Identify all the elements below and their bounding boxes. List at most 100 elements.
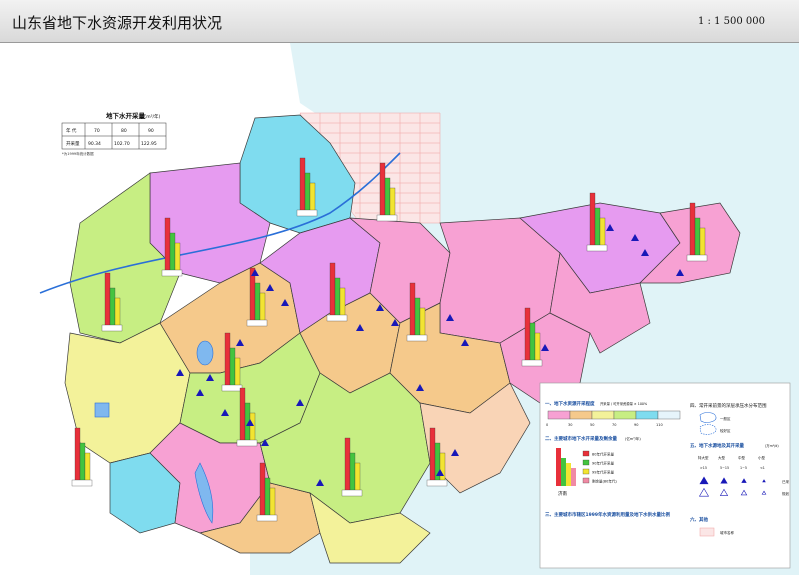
city-label-box <box>686 254 708 262</box>
legend-source-row: 规划 <box>782 491 790 496</box>
bar-segment <box>414 297 421 339</box>
bar-segment <box>224 332 231 389</box>
legend-section5: 五、地下水源地及其开采量 <box>690 442 744 449</box>
legend-section6-item: 城市名称 <box>720 530 734 535</box>
legend-source-col: 中型 <box>738 455 746 460</box>
city-label-box <box>71 479 93 487</box>
bar-segment <box>234 357 241 389</box>
legend-section2-unit: (亿m³/年) <box>625 436 641 441</box>
legend-city-swatch <box>699 527 715 537</box>
legend-section6: 六、其他 <box>690 516 708 523</box>
bar-segment <box>249 267 256 324</box>
table-unit: (亿m³/年) <box>140 113 160 120</box>
table-header-70: 70 <box>94 128 100 134</box>
legend-series-label: 剩余量(80年代) <box>592 479 617 484</box>
legend-swatch <box>613 410 637 420</box>
bar-segment <box>104 272 111 329</box>
bar-segment <box>349 452 356 494</box>
west-lake <box>94 402 110 418</box>
legend-tick-label: 70 <box>612 423 616 427</box>
city-label-box <box>326 314 348 322</box>
table-header-80: 80 <box>121 128 127 134</box>
city-label-box <box>426 479 448 487</box>
bar-segment <box>259 462 266 519</box>
bar-segment <box>594 207 601 249</box>
bar-segment <box>239 387 246 444</box>
city-label-box <box>101 324 123 332</box>
table-row-90: 122.95 <box>141 141 157 147</box>
legend-series-swatch <box>582 450 590 457</box>
legend-series-label: 80年代开采量 <box>592 452 614 457</box>
legend-swatch <box>657 410 681 420</box>
bar-segment <box>599 217 606 249</box>
bar-segment <box>354 462 361 494</box>
shandong-map: 地下水开采量 (亿m³/年) 年 代 70 80 90 开采量 90.34 10… <box>0 43 799 575</box>
bar-segment <box>379 162 386 219</box>
bar-segment <box>329 262 336 319</box>
map-frame: 地下水开采量 (亿m³/年) 年 代 70 80 90 开采量 90.34 10… <box>0 43 799 575</box>
legend-source-range: 5~15 <box>720 466 729 470</box>
legend-section4-item-2: 较好区 <box>720 428 731 433</box>
legend-tick-label: 0 <box>546 423 548 427</box>
bar-segment <box>109 287 116 329</box>
legend-swatch <box>635 410 659 420</box>
legend-swatch <box>569 410 593 420</box>
city-label-box <box>376 214 398 222</box>
bar-segment <box>74 427 81 484</box>
table-row-70: 90.34 <box>88 141 101 147</box>
legend-source-col: 大型 <box>718 455 726 460</box>
legend-source-range: >15 <box>700 466 707 470</box>
bar-segment <box>429 427 436 484</box>
legend-tick-label: 90 <box>634 423 638 427</box>
bar-segment <box>264 477 271 519</box>
bar-segment <box>384 177 391 219</box>
legend-swatches <box>547 410 681 420</box>
legend-series-label: 90年代开采量 <box>592 461 614 466</box>
bar-segment <box>344 437 351 494</box>
bar-segment <box>79 442 86 484</box>
legend-section5-unit: (万m³/d) <box>765 444 779 448</box>
table-note: *为1999年统计数据 <box>62 151 94 156</box>
city-label-box <box>256 514 278 522</box>
table-header-label: 年 代 <box>66 127 77 134</box>
bar-segment <box>259 292 266 324</box>
map-title: 山东省地下水资源开发利用状况 <box>12 14 223 32</box>
bar-segment <box>689 202 696 259</box>
city-label-box <box>341 489 363 497</box>
legend-section4-item-1: 一般区 <box>720 416 731 421</box>
legend-swatch <box>547 410 571 420</box>
legend-tick-label: 110 <box>656 423 663 427</box>
bar-segment <box>304 172 311 214</box>
legend-series-swatch <box>582 468 590 475</box>
bar-segment <box>694 217 701 259</box>
bar-segment <box>524 307 531 364</box>
legend-section1: 一、地下水资源开采程度 <box>545 400 595 407</box>
bar-segment <box>439 452 446 484</box>
bar-segment <box>84 452 91 484</box>
bar-segment <box>339 287 346 319</box>
bar-segment <box>434 442 441 484</box>
legend-panel: 一、地下水资源开采程度 开采量 / 可开采资源量 × 100% 0 30 50 70 9… <box>539 382 791 569</box>
city-label-box <box>221 384 243 392</box>
legend-series-swatch <box>582 459 590 466</box>
map-scale: 1 : 1 500 000 <box>698 16 765 27</box>
city-label-box <box>236 439 258 447</box>
bar-segment <box>114 297 121 329</box>
legend-tick-label: 50 <box>590 423 594 427</box>
legend-box <box>539 382 791 569</box>
legend-section4: 四、常开采前景的深层承压水分布范围 <box>690 402 767 409</box>
legend-source-col: 小型 <box>758 455 766 460</box>
map-header: 山东省地下水资源开发利用状况 1 : 1 500 000 <box>0 0 799 43</box>
bar-segment <box>249 412 256 444</box>
dongping-lake <box>196 340 214 366</box>
legend-series-swatch <box>582 477 590 484</box>
table-row-80: 102.70 <box>114 141 130 147</box>
bar-segment <box>254 282 261 324</box>
bar-segment <box>699 227 706 259</box>
bar-segment <box>299 157 306 214</box>
legend-source-range: <1 <box>760 466 765 470</box>
bar-segment <box>174 242 181 274</box>
table-header-90: 90 <box>148 128 154 134</box>
city-label-box <box>586 244 608 252</box>
legend-section3: 三、主要城市市辖区1999年水资源利用量及地下水供水量比例 <box>545 511 671 518</box>
